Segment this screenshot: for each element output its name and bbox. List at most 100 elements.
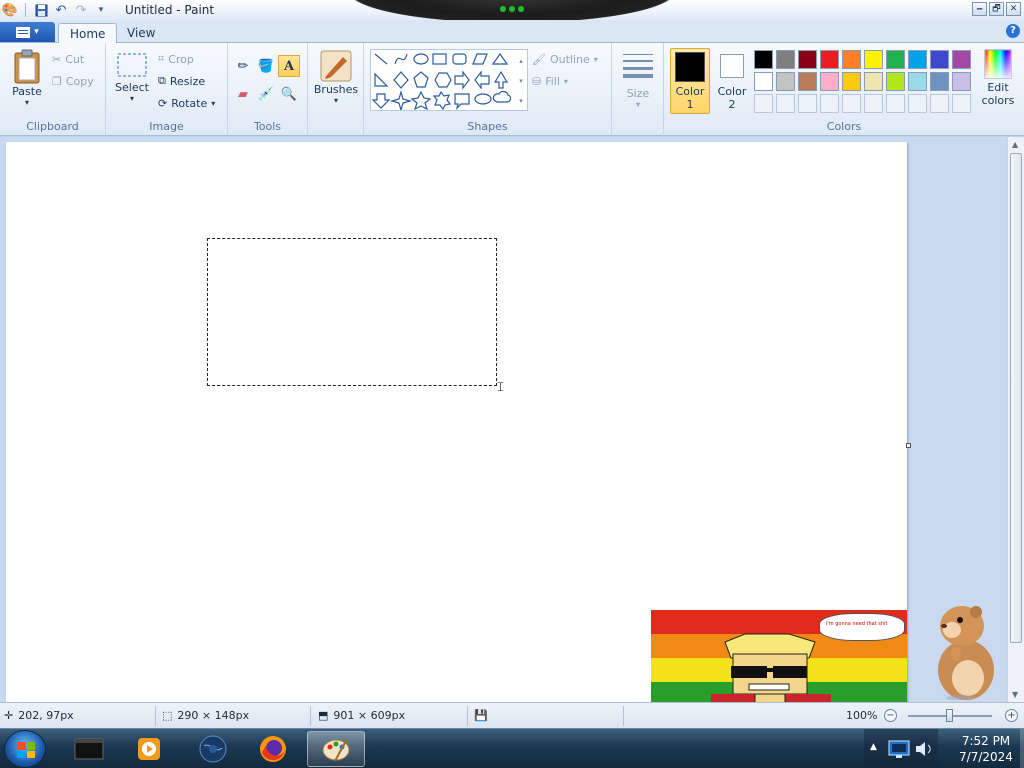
copy-button[interactable]: ❐ Copy — [52, 71, 94, 91]
palette-swatch[interactable] — [754, 50, 773, 69]
palette-swatch[interactable] — [952, 50, 971, 69]
resize-button[interactable]: ⧉ Resize — [158, 71, 205, 91]
vertical-scrollbar[interactable]: ▲ ▼ — [1007, 137, 1024, 702]
shapes-icons[interactable] — [371, 50, 527, 113]
palette-swatch[interactable] — [820, 72, 839, 91]
canvas-resize-handle[interactable] — [906, 443, 911, 448]
tab-view[interactable]: View — [116, 23, 166, 44]
palette-swatch[interactable] — [908, 72, 927, 91]
decoration-dots — [497, 6, 527, 16]
palette-swatch[interactable] — [864, 50, 883, 69]
zoom-level: 100% — [846, 709, 878, 722]
clock[interactable]: 7:52 PM 7/7/2024 — [948, 733, 1024, 765]
paste-button[interactable]: Paste ▾ — [8, 49, 46, 107]
zoom-in-button[interactable]: + — [1005, 709, 1018, 722]
cut-button[interactable]: ✂ Cut — [52, 49, 84, 69]
close-button[interactable]: ✕ — [1006, 2, 1021, 16]
magnifier-icon[interactable]: 🔍 — [278, 83, 300, 105]
palette-swatch[interactable] — [776, 72, 795, 91]
palette-swatch[interactable] — [886, 50, 905, 69]
text-cursor-icon: 𝙸 — [496, 380, 506, 395]
palette-swatch-empty[interactable] — [930, 94, 949, 113]
color-1-button[interactable]: Color 1 — [670, 48, 710, 114]
minimize-button[interactable]: 🗕 — [972, 2, 987, 16]
palette-swatch[interactable] — [754, 72, 773, 91]
palette-swatch[interactable] — [908, 50, 927, 69]
undo-icon[interactable]: ↶ — [53, 2, 69, 18]
edit-colors-button[interactable]: Edit colors — [976, 49, 1020, 107]
paste-label: Paste — [12, 85, 42, 98]
save-icon[interactable] — [33, 2, 49, 18]
outline-button[interactable]: 🖌 Outline ▾ — [532, 49, 598, 69]
scroll-thumb[interactable] — [1010, 153, 1022, 643]
crop-icon: ⌗ — [158, 52, 165, 65]
paint-menu-button[interactable]: ▾ — [0, 22, 55, 42]
color-picker-icon[interactable]: 💉 — [255, 83, 277, 105]
image-group: Select ▾ ⌗ Crop ⧉ Resize ⟳ Rotate ▾ Imag… — [106, 43, 228, 136]
size-button[interactable]: Size ▾ — [618, 51, 658, 109]
cursor-position: ✛ 202, 97px — [4, 709, 74, 722]
show-hidden-icons-icon[interactable]: ▲ — [870, 742, 877, 752]
start-button[interactable] — [4, 730, 46, 768]
divider — [155, 706, 156, 726]
fill-bucket-icon[interactable]: 🪣 — [255, 55, 277, 77]
palette-swatch[interactable] — [864, 72, 883, 91]
taskbar-paint[interactable] — [307, 731, 365, 767]
crop-button[interactable]: ⌗ Crop — [158, 49, 194, 69]
palette-swatch[interactable] — [930, 50, 949, 69]
palette-swatch[interactable] — [798, 72, 817, 91]
palette-swatch-empty[interactable] — [886, 94, 905, 113]
brushes-button[interactable]: Brushes ▾ — [314, 49, 358, 105]
drawing-workspace[interactable]: i'm gonna need that shit 𝙸 — [0, 137, 1007, 702]
color-2-button[interactable]: Color 2 — [712, 51, 752, 113]
palette-swatch-empty[interactable] — [864, 94, 883, 113]
show-desktop-button[interactable] — [1020, 729, 1024, 768]
volume-icon[interactable] — [914, 739, 934, 759]
taskbar-media-player[interactable] — [120, 731, 178, 767]
zoom-slider-thumb[interactable] — [946, 709, 953, 722]
rotate-button[interactable]: ⟳ Rotate ▾ — [158, 93, 215, 113]
palette-swatch[interactable] — [798, 50, 817, 69]
rotate-label: Rotate — [171, 96, 208, 110]
palette-swatch-empty[interactable] — [842, 94, 861, 113]
palette-swatch-empty[interactable] — [908, 94, 927, 113]
taskbar-browser-globe[interactable] — [184, 731, 242, 767]
pencil-icon[interactable]: ✏ — [232, 55, 254, 77]
zoom-out-button[interactable]: − — [884, 709, 897, 722]
taskbar-firefox[interactable] — [244, 731, 302, 767]
network-icon[interactable] — [888, 739, 910, 759]
text-selection-box[interactable] — [207, 238, 497, 386]
scroll-down-icon[interactable]: ▼ — [1012, 690, 1018, 699]
palette-swatch[interactable] — [930, 72, 949, 91]
select-button[interactable]: Select ▾ — [114, 51, 150, 103]
palette-swatch[interactable] — [820, 50, 839, 69]
selection-size-icon: ⬚ — [162, 709, 173, 722]
fill-button[interactable]: ⛁ Fill ▾ — [532, 71, 568, 91]
size-group: Size ▾ — [612, 43, 664, 136]
palette-swatch[interactable] — [952, 72, 971, 91]
paint-app-icon[interactable]: 🎨 — [2, 2, 18, 18]
drawing-canvas[interactable]: i'm gonna need that shit 𝙸 — [6, 142, 907, 702]
palette-swatch[interactable] — [842, 72, 861, 91]
help-icon[interactable]: ? — [1006, 24, 1020, 38]
tab-home[interactable]: Home — [58, 23, 118, 44]
selection-size-text: 290 × 148px — [177, 709, 250, 722]
taskbar-terminal[interactable] — [60, 731, 118, 767]
palette-swatch[interactable] — [842, 50, 861, 69]
customize-toolbar-icon[interactable]: ▾ — [93, 2, 109, 18]
palette-swatch-empty[interactable] — [952, 94, 971, 113]
redo-icon[interactable]: ↷ — [73, 2, 89, 18]
palette-swatch-empty[interactable] — [798, 94, 817, 113]
palette-swatch-empty[interactable] — [754, 94, 773, 113]
eraser-icon[interactable]: ▰ — [232, 83, 254, 105]
palette-swatch[interactable] — [776, 50, 795, 69]
palette-swatch-empty[interactable] — [776, 94, 795, 113]
shapes-scroll[interactable]: ▴ ▾ ▾ — [516, 51, 526, 109]
text-tool-icon[interactable]: A — [278, 55, 300, 77]
palette-swatch-empty[interactable] — [820, 94, 839, 113]
shapes-gallery — [370, 49, 528, 113]
restore-button[interactable]: 🗗 — [989, 2, 1004, 16]
palette-swatch[interactable] — [886, 72, 905, 91]
scroll-up-icon[interactable]: ▲ — [1012, 140, 1018, 149]
color-1-swatch — [675, 52, 705, 82]
